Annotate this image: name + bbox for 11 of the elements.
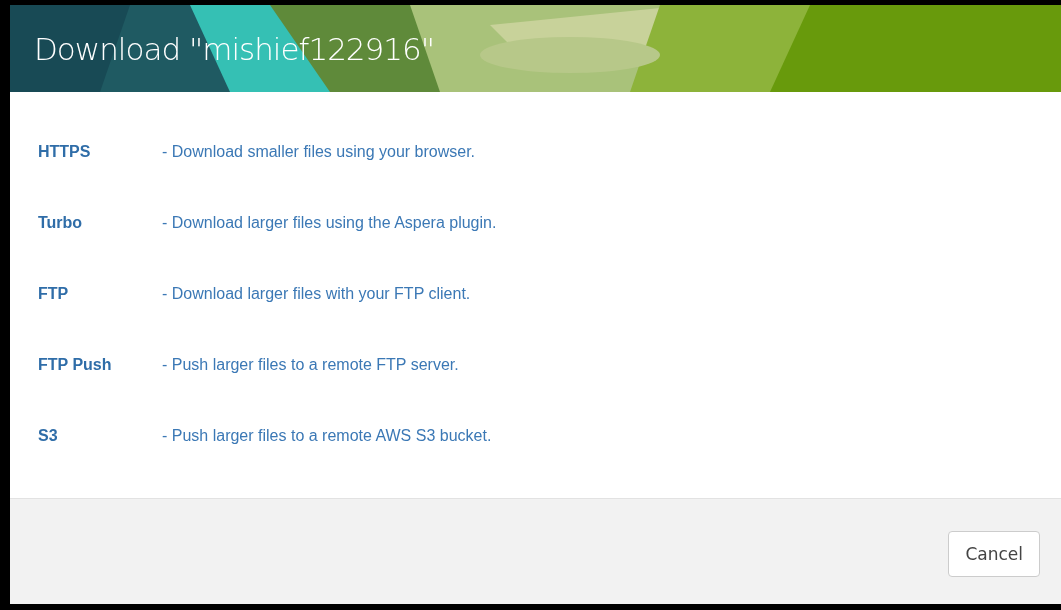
method-description: - Push larger files to a remote FTP server. <box>162 355 459 375</box>
download-method-link[interactable]: Turbo <box>38 213 162 233</box>
download-method-link[interactable]: HTTPS <box>38 142 162 162</box>
method-description: - Download larger files using the Aspera plugin. <box>162 213 497 233</box>
cancel-button[interactable]: Cancel <box>948 530 1040 577</box>
method-description: - Download smaller files using your browser. <box>162 142 475 162</box>
method-description: - Push larger files to a remote AWS S3 bucket. <box>162 426 492 446</box>
download-method-link[interactable]: S3 <box>38 426 162 446</box>
download-method-link[interactable]: FTP Push <box>38 355 162 375</box>
method-description: - Download larger files with your FTP client. <box>162 284 471 304</box>
download-method-link[interactable]: FTP <box>38 284 162 304</box>
